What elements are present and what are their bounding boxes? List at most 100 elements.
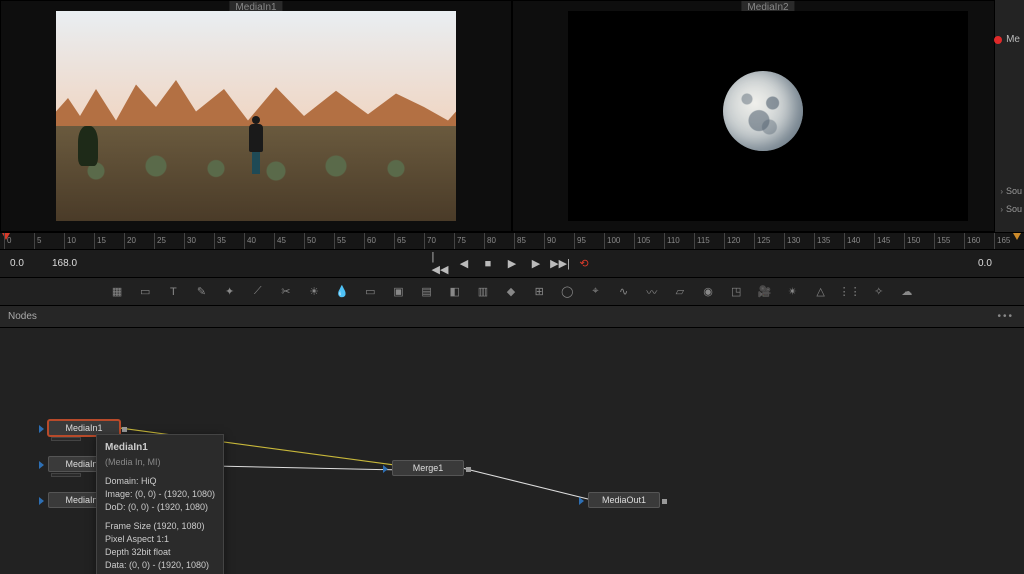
node-merge1[interactable]: Merge1 (392, 460, 464, 476)
node-output-icon[interactable] (662, 499, 667, 504)
spline-tool-icon[interactable]: 〰 (645, 284, 659, 300)
ruler-tick: 165 (994, 233, 1010, 249)
ruler-tick: 55 (334, 233, 346, 249)
ruler-tick: 110 (664, 233, 680, 249)
node-thumb (51, 437, 81, 441)
ruler-tick: 130 (784, 233, 800, 249)
ruler-tick: 115 (694, 233, 710, 249)
ruler-tick: 60 (364, 233, 376, 249)
skip-end-icon[interactable]: ▶▶| (553, 257, 567, 271)
sun-tool-icon[interactable]: ☀ (307, 284, 321, 300)
ruler-tick: 80 (484, 233, 496, 249)
wand-tool-icon[interactable]: ⟋ (251, 284, 265, 300)
color-tool-icon[interactable]: ◆ (504, 284, 518, 300)
cloud-tool-icon[interactable]: ☁ (900, 284, 914, 300)
tracker-tool-icon[interactable]: ⌖ (588, 284, 602, 300)
loop-icon[interactable]: ⟲ (577, 257, 591, 271)
node-input-icon (39, 461, 44, 469)
ruler-tick: 35 (214, 233, 226, 249)
current-frame-field[interactable]: 0.0 (978, 258, 1010, 269)
ruler-tick: 40 (244, 233, 256, 249)
particles-tool-icon[interactable]: ⋮⋮ (842, 284, 858, 300)
step-forward-icon[interactable]: ▶ (529, 257, 543, 271)
ruler-tick: 125 (754, 233, 770, 249)
ruler-tick: 0 (4, 233, 11, 249)
chevron-right-icon[interactable]: › (1000, 205, 1003, 214)
panel-menu-icon[interactable]: ••• (997, 311, 1014, 322)
play-icon[interactable]: ▶ (505, 257, 519, 271)
viewer-left[interactable]: MediaIn1 (0, 0, 512, 232)
node-input-icon (383, 465, 388, 473)
stop-icon[interactable]: ■ (481, 257, 495, 271)
merge-tool-icon[interactable]: ◧ (448, 284, 462, 300)
transport-bar: 0.0 168.0 |◀◀ ◀ ■ ▶ ▶ ▶▶| ⟲ 0.0 (0, 250, 1024, 278)
crop-tool-icon[interactable]: ⊞ (532, 284, 546, 300)
inspector-panel: Me ›Sou ›Sou (994, 0, 1024, 232)
range-end-icon[interactable] (1013, 233, 1021, 240)
range-end-field[interactable]: 168.0 (52, 258, 84, 269)
nodes-canvas[interactable]: MediaIn1 MediaIn2 MediaIn3 Merge1 MediaO… (0, 328, 1024, 574)
3d-tool-icon[interactable]: ◳ (729, 284, 743, 300)
step-back-icon[interactable]: ◀ (457, 257, 471, 271)
nodes-panel-header: Nodes ••• (0, 306, 1024, 328)
ruler-tick: 135 (814, 233, 830, 249)
shape-tool-icon[interactable]: △ (814, 284, 828, 300)
ruler-tick: 145 (874, 233, 890, 249)
node-input-icon (39, 497, 44, 505)
cam-tool-icon[interactable]: 🎥 (757, 284, 771, 300)
ruler-tick: 160 (964, 233, 980, 249)
timeline-ruler[interactable]: 0 5 10 15 20 25 30 35 40 45 50 55 60 65 70 75 80 85 90 95 10… (0, 232, 1024, 250)
channel-tool-icon[interactable]: ▥ (476, 284, 490, 300)
ruler-tick: 75 (454, 233, 466, 249)
light-tool-icon[interactable]: ✴ (785, 284, 799, 300)
planar-tool-icon[interactable]: ▱ (673, 284, 687, 300)
ruler-tick: 120 (724, 233, 740, 249)
brush-tool-icon[interactable]: ✎ (194, 284, 208, 300)
ruler-tick: 30 (184, 233, 196, 249)
curve-tool-icon[interactable]: ∿ (617, 284, 631, 300)
ruler-tick: 95 (574, 233, 586, 249)
skip-start-icon[interactable]: |◀◀ (433, 257, 447, 271)
moon-preview (568, 11, 968, 221)
ruler-tick: 65 (394, 233, 406, 249)
paint-tool-icon[interactable]: ▭ (138, 284, 152, 300)
node-mediaout1[interactable]: MediaOut1 (588, 492, 660, 508)
ruler-tick: 100 (604, 233, 620, 249)
ruler-tick: 85 (514, 233, 526, 249)
ruler-tick: 10 (64, 233, 76, 249)
rect-tool-icon[interactable]: ▭ (363, 284, 377, 300)
node-thumb (51, 473, 81, 477)
node-input-icon (579, 497, 584, 505)
ruler-tick: 15 (94, 233, 106, 249)
ruler-tick: 90 (544, 233, 556, 249)
ruler-tick: 20 (124, 233, 136, 249)
text-tool-icon[interactable]: T (166, 284, 180, 300)
ruler-tick: 25 (154, 233, 166, 249)
ruler-tick: 70 (424, 233, 436, 249)
node-input-icon (39, 425, 44, 433)
knife-tool-icon[interactable]: ✂ (279, 284, 293, 300)
node-output-icon[interactable] (122, 427, 127, 432)
drop-tool-icon[interactable]: 💧 (335, 284, 349, 300)
fx-tool-icon[interactable]: ✧ (872, 284, 886, 300)
ruler-tick: 155 (934, 233, 950, 249)
viewer-right[interactable]: MediaIn2 (512, 0, 1024, 232)
ruler-tick: 45 (274, 233, 286, 249)
ruler-tick: 5 (34, 233, 41, 249)
mask-tool-icon[interactable]: ◯ (560, 284, 574, 300)
sparkle-tool-icon[interactable]: ✦ (223, 284, 237, 300)
fusion-toolbar: ▦ ▭ T ✎ ✦ ⟋ ✂ ☀ 💧 ▭ ▣ ▤ ◧ ▥ ◆ ⊞ ◯ ⌖ ∿ 〰 ▱ ◉ ◳ 🎥 ✴ △ ⋮⋮ ✧ ☁ (0, 278, 1024, 306)
ruler-tick: 105 (634, 233, 650, 249)
inspector-mode[interactable]: Me (994, 34, 1020, 45)
ruler-tick: 140 (844, 233, 860, 249)
lens-tool-icon[interactable]: ◉ (701, 284, 715, 300)
rect-dash-tool-icon[interactable]: ▣ (391, 284, 405, 300)
ruler-tick: 50 (304, 233, 316, 249)
rect-grid-tool-icon[interactable]: ▤ (420, 284, 434, 300)
ruler-tick: 150 (904, 233, 920, 249)
node-output-icon[interactable] (466, 467, 471, 472)
node-tooltip: MediaIn1 (Media In, MI) Domain: HiQ Imag… (96, 434, 224, 574)
range-start-field[interactable]: 0.0 (10, 258, 42, 269)
background-tool-icon[interactable]: ▦ (110, 284, 124, 300)
chevron-right-icon[interactable]: › (1000, 187, 1003, 196)
